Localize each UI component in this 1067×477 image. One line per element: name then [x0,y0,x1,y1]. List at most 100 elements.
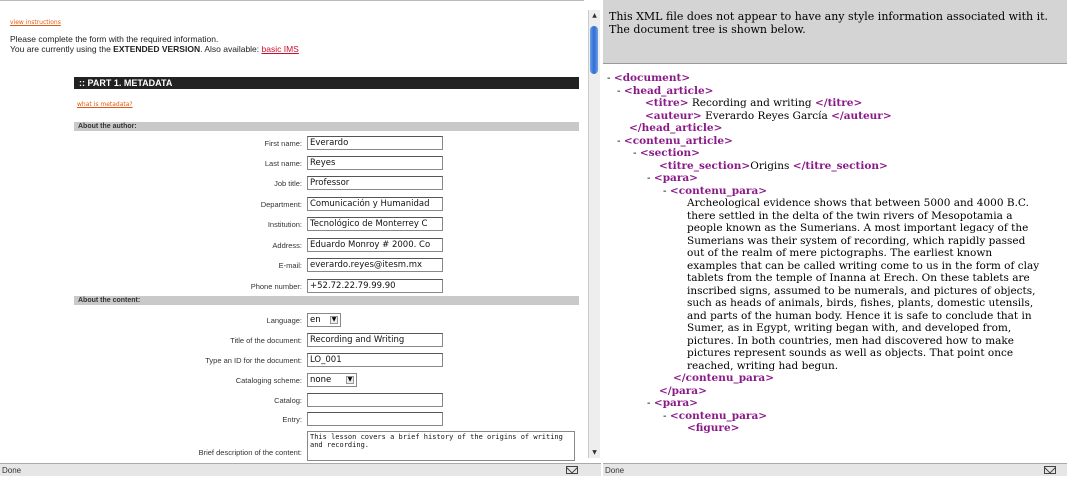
collapse-toggle[interactable]: - [607,72,611,84]
collapse-toggle[interactable]: - [617,85,621,97]
right-status-bar: Done [603,463,1067,476]
address-label: Address: [272,241,302,250]
intro-line-2: You are currently using the EXTENDED VER… [10,44,299,54]
entry-field[interactable] [307,412,443,426]
xml-row: - <head_article> [607,85,1042,98]
first-name-field[interactable]: Everardo [307,136,443,150]
left-status-text: Done [2,466,22,475]
chevron-down-icon: ▼ [330,316,338,324]
phone-field[interactable]: +52.72.22.79.99.90 [307,279,443,293]
part-1-header: :: PART 1. METADATA [74,77,579,89]
xml-row: </head_article> [607,122,1042,135]
basic-ims-link[interactable]: basic IMS [262,44,299,54]
address-field[interactable]: Eduardo Monroy # 2000. Co [307,238,443,252]
language-label: Language: [266,316,302,325]
xml-tag: </auteur> [831,109,892,122]
xml-tag: <para> [653,397,698,409]
view-instructions-link[interactable]: view instructions [10,19,61,26]
job-title-field[interactable]: Professor [307,176,443,190]
xml-tag: <head_article> [623,84,714,97]
intro-prefix: You are currently using the [10,44,114,54]
xml-tag: <contenu_para> [669,409,768,422]
xml-row: - <contenu_para> [607,410,1042,423]
department-label: Department: [260,200,302,209]
xml-row: - <para> [607,172,1042,185]
doc-title-label: Title of the document: [230,336,302,345]
xml-tag: </para> [659,384,707,397]
scrollbar-thumb[interactable] [590,26,598,74]
intro-text: Please complete the form with the requir… [10,34,299,54]
xml-paragraph-text: Archeological evidence shows that betwee… [687,197,1040,372]
department-field[interactable]: Comunicación y Humanidad [307,197,443,211]
collapse-toggle[interactable]: - [663,410,667,422]
institution-label: Institution: [267,220,302,229]
xml-tree: - <document> - <head_article> <titre> Re… [607,72,1042,435]
left-status-bar: Done [0,463,601,476]
xml-row: <auteur> Everardo Reyes García </auteur> [607,110,1042,123]
last-name-field[interactable]: Reyes [307,156,443,170]
xml-tag: <auteur> [645,109,702,122]
xml-style-notice: This XML file does not appear to have an… [603,0,1067,64]
first-name-label: First name: [264,139,302,148]
intro-line-1: Please complete the form with the requir… [10,34,219,44]
collapse-toggle[interactable]: - [633,147,637,159]
xml-tag: <para> [653,172,698,184]
cataloging-scheme-select[interactable]: none ▼ [307,373,357,387]
catalog-field[interactable] [307,393,443,407]
mail-icon[interactable] [566,466,578,474]
last-name-label: Last name: [264,159,302,168]
scroll-up-icon[interactable]: ▲ [589,10,600,21]
xml-viewer-pane: This XML file does not appear to have an… [603,0,1067,463]
xml-tag: </head_article> [629,122,723,134]
xml-row: - <contenu_para> [607,185,1042,198]
xml-tag: <document> [613,72,691,84]
institution-field[interactable]: Tecnológico de Monterrey C [307,217,443,231]
xml-tag: </titre_section> [792,159,888,172]
doc-id-field[interactable]: LO_001 [307,353,443,367]
collapse-toggle[interactable]: - [647,172,651,184]
collapse-toggle[interactable]: - [617,135,621,147]
xml-tag: <contenu_para> [669,184,768,197]
xml-row: - <contenu_article> [607,135,1042,148]
entry-label: Entry: [282,415,302,424]
version-label: EXTENDED VERSION [113,44,201,54]
xml-row: - <section> [607,147,1042,160]
section-author-header: About the author: [74,122,579,131]
catalog-label: Catalog: [274,396,302,405]
scheme-value: none [310,375,332,385]
doc-title-field[interactable]: Recording and Writing [307,333,443,347]
mail-icon[interactable] [1044,466,1056,474]
xml-tag: <titre_section> [659,159,751,172]
xml-row: </para> [607,385,1042,398]
intro-mid: . Also available: [200,44,262,54]
collapse-toggle[interactable]: - [647,397,651,409]
xml-text: Origins [750,159,793,172]
xml-text: Recording and writing [688,97,815,109]
job-title-label: Job title: [274,179,302,188]
chevron-down-icon: ▼ [346,376,354,384]
phone-label: Phone number: [250,282,302,291]
what-is-metadata-link[interactable]: what is metadata? [77,101,133,108]
xml-row: <figure> [607,422,1042,435]
xml-row: - <para> [607,397,1042,410]
xml-tag: <figure> [687,422,740,434]
xml-row: <titre_section>Origins </titre_section> [607,160,1042,173]
cataloging-scheme-label: Cataloging scheme: [235,376,302,385]
right-status-text: Done [605,466,625,475]
xml-tag: </titre> [814,97,863,109]
xml-text: Everardo Reyes García [701,109,832,122]
scroll-down-icon[interactable]: ▼ [589,447,600,458]
form-pane: view instructions Please complete the fo… [0,0,584,464]
section-content-header: About the content: [74,296,579,305]
collapse-toggle[interactable]: - [663,185,667,197]
language-select[interactable]: en ▼ [307,313,341,327]
xml-row: </contenu_para> [607,372,1042,385]
xml-tag: </contenu_para> [673,372,774,384]
xml-tag: <section> [639,147,700,159]
xml-row: - <document> [607,72,1042,85]
form-scrollbar[interactable]: ▲ ▼ [588,10,600,458]
description-textarea[interactable]: This lesson covers a brief history of th… [307,431,575,461]
email-field[interactable]: everardo.reyes@itesm.mx [307,258,443,272]
description-label: Brief description of the content: [198,448,302,457]
xml-tag: <contenu_article> [623,134,733,147]
